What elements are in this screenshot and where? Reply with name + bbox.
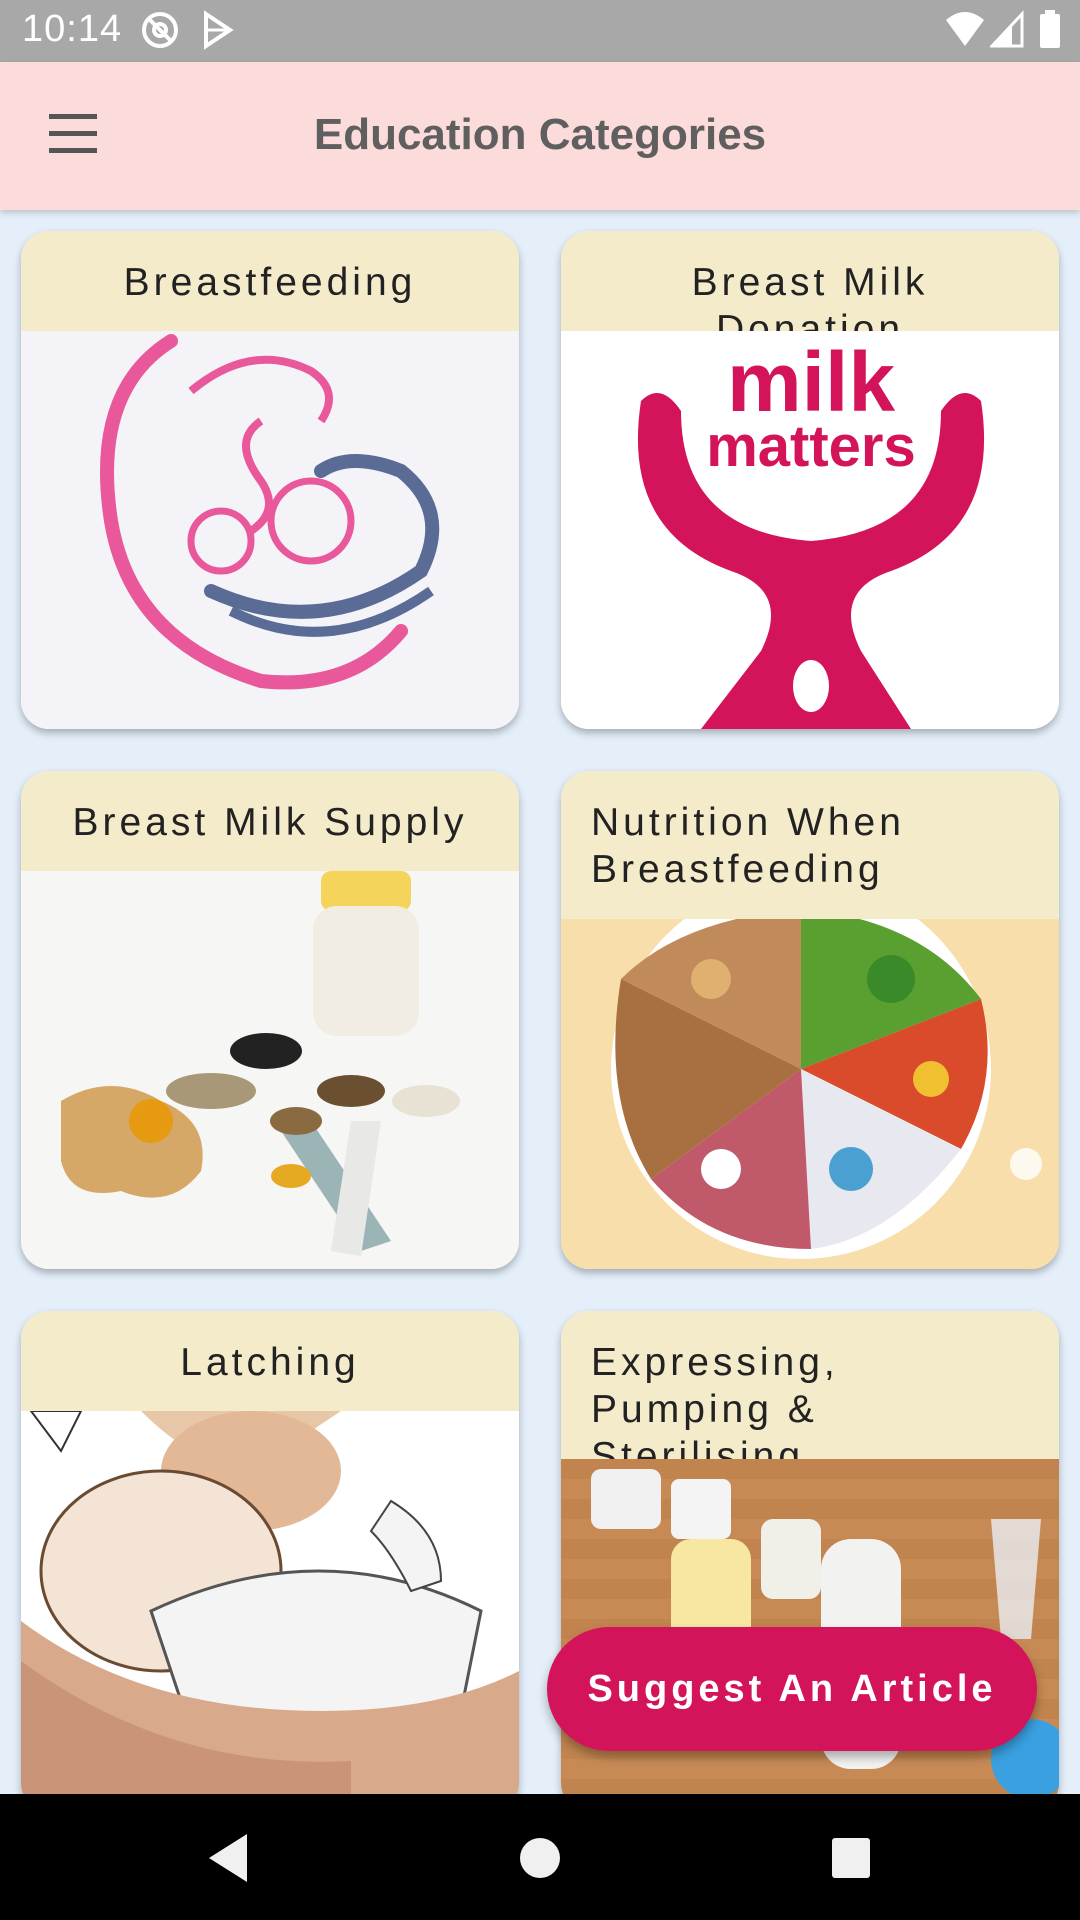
milk-matters-logo: milk matters bbox=[561, 331, 1059, 729]
food-plate-photo bbox=[561, 919, 1059, 1269]
play-store-icon bbox=[200, 8, 236, 57]
battery-icon bbox=[1038, 8, 1062, 57]
page-title: Education Categories bbox=[313, 110, 767, 159]
category-title: Nutrition When Breastfeeding bbox=[561, 771, 1059, 919]
app-bar: Education Categories bbox=[0, 62, 1080, 210]
home-icon[interactable] bbox=[512, 1830, 568, 1891]
suggest-article-button[interactable]: Suggest An Article bbox=[547, 1627, 1037, 1751]
baby-latching-illustration bbox=[21, 1411, 519, 1811]
wifi-icon bbox=[944, 8, 986, 57]
category-title: Breastfeeding bbox=[21, 231, 519, 331]
mother-baby-illustration bbox=[21, 331, 519, 729]
category-card-nutrition[interactable]: Nutrition When Breastfeeding bbox=[561, 771, 1059, 1269]
back-icon[interactable] bbox=[203, 1830, 253, 1891]
category-card-latching[interactable]: Latching bbox=[21, 1311, 519, 1811]
status-bar: 10:14 bbox=[0, 0, 1080, 62]
category-title: Latching bbox=[21, 1311, 519, 1411]
category-card-breastfeeding[interactable]: Breastfeeding bbox=[21, 231, 519, 729]
signal-icon bbox=[988, 8, 1024, 57]
category-card-breast-milk-supply[interactable]: Breast Milk Supply bbox=[21, 771, 519, 1269]
category-title: Breast Milk Donation bbox=[561, 231, 1059, 351]
category-title: Breast Milk Supply bbox=[21, 771, 519, 871]
milk-matters-logo-text: matters bbox=[706, 414, 916, 479]
at-sign-icon bbox=[140, 8, 180, 57]
category-title: Expressing, Pumping & Sterilising bbox=[561, 1311, 1059, 1478]
recents-icon[interactable] bbox=[826, 1830, 876, 1891]
category-card-breast-milk-donation[interactable]: Breast Milk Donation milk matters bbox=[561, 231, 1059, 729]
navigation-bar bbox=[0, 1794, 1080, 1920]
ginger-seeds-bottle-photo bbox=[21, 871, 519, 1269]
status-time: 10:14 bbox=[22, 8, 123, 50]
